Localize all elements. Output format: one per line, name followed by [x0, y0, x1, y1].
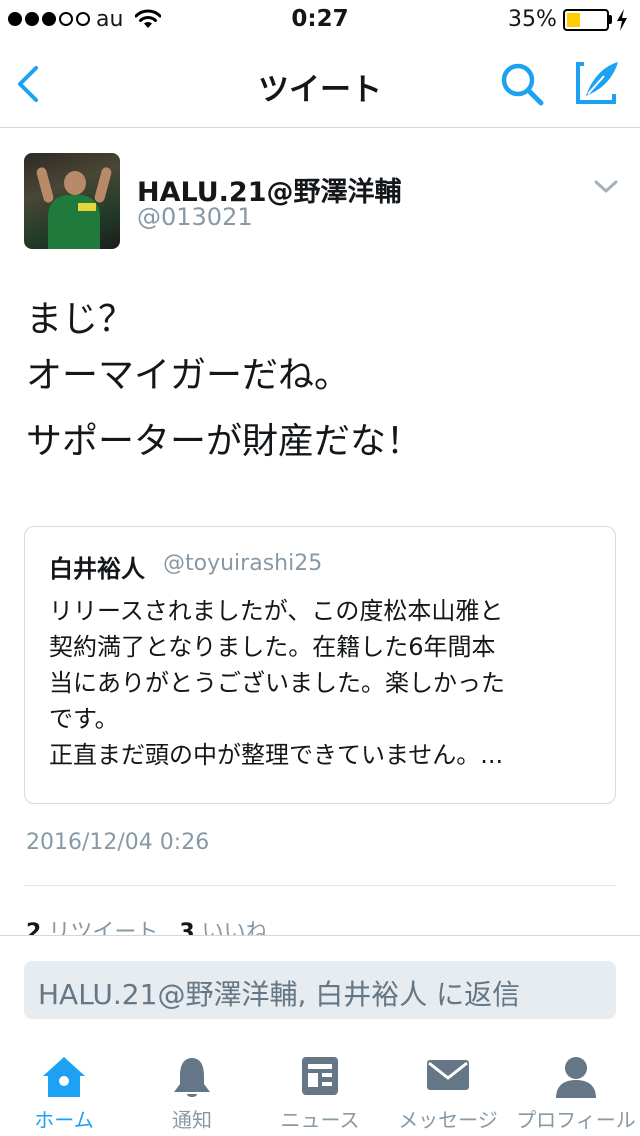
avatar[interactable]: [24, 153, 120, 249]
home-icon: [43, 1057, 85, 1097]
quoted-line: です。: [49, 705, 119, 733]
tweet-line: オーマイガーだね。: [26, 355, 351, 396]
nav-bar: ツイート: [0, 40, 640, 128]
tab-messages[interactable]: メッセージ: [384, 1040, 512, 1136]
tab-label: メッセージ: [398, 1108, 498, 1132]
quoted-author-name: 白井裕人: [49, 555, 145, 583]
charging-bolt-icon: [617, 9, 627, 31]
bell-icon: [174, 1058, 210, 1097]
avatar-figure-arm: [93, 166, 113, 204]
tweet-stats: 2 リツイート 3 いいね: [26, 914, 268, 936]
tab-label: 通知: [172, 1108, 212, 1132]
quoted-line: リリースされましたが、この度松本山雅と: [49, 597, 504, 625]
tweet-line: まじ？: [26, 299, 135, 340]
battery-percent: 35%: [508, 7, 557, 32]
like-count[interactable]: 3: [179, 920, 194, 936]
envelope-icon: [427, 1060, 469, 1090]
author-handle[interactable]: @013021: [137, 203, 253, 231]
quoted-line: 契約満了となりました。在籍した6年間本: [49, 633, 496, 661]
status-bar: au 0:27 35%: [0, 0, 640, 40]
battery-icon: [563, 9, 609, 31]
quoted-tweet-text: リリースされましたが、この度松本山雅と 契約満了となりました。在籍した6年間本 …: [49, 593, 599, 773]
compose-icon[interactable]: [570, 56, 624, 110]
tab-label: プロフィール: [516, 1108, 636, 1132]
quoted-line: 正直まだ頭の中が整理できていません。...: [49, 741, 504, 769]
tab-notifications[interactable]: 通知: [128, 1040, 256, 1136]
quoted-tweet-card[interactable]: 白井裕人 @toyuirashi25 リリースされましたが、この度松本山雅と 契…: [24, 526, 616, 804]
tab-profile[interactable]: プロフィール: [512, 1040, 640, 1136]
news-icon: [302, 1057, 338, 1095]
reply-placeholder: HALU.21@野澤洋輔, 白井裕人 に返信: [38, 978, 521, 1011]
tab-label: ホーム: [34, 1108, 94, 1132]
person-icon: [556, 1057, 596, 1098]
tweet-line: サポーターが財産だな！: [26, 421, 423, 462]
search-icon[interactable]: [498, 60, 546, 108]
quoted-line: 当にありがとうございました。楽しかった: [49, 669, 505, 697]
avatar-figure-head: [64, 171, 86, 195]
tab-label: ニュース: [280, 1108, 360, 1132]
tweet-timestamp: 2016/12/04 0:26: [26, 830, 210, 855]
tweet-text: まじ？ オーマイガーだね。 サポーターが財産だな！: [26, 292, 616, 470]
retweet-count[interactable]: 2: [26, 920, 41, 936]
battery-level: [567, 13, 580, 27]
tab-news[interactable]: ニュース: [256, 1040, 384, 1136]
battery-nub: [609, 15, 612, 24]
divider: [24, 885, 616, 886]
tab-home[interactable]: ホーム: [0, 1040, 128, 1136]
like-label[interactable]: いいね: [202, 920, 268, 936]
retweet-label[interactable]: リツイート: [48, 920, 158, 936]
tab-bar: ホーム 通知 ニュース メッセージ プロフィール: [0, 1040, 640, 1136]
reply-input[interactable]: HALU.21@野澤洋輔, 白井裕人 に返信: [24, 961, 616, 1019]
chevron-down-icon[interactable]: [593, 176, 619, 198]
avatar-armband: [78, 203, 96, 211]
quoted-author-handle: @toyuirashi25: [163, 551, 323, 576]
reply-bar: HALU.21@野澤洋輔, 白井裕人 に返信: [0, 935, 640, 1035]
avatar-figure-arm: [35, 166, 55, 204]
